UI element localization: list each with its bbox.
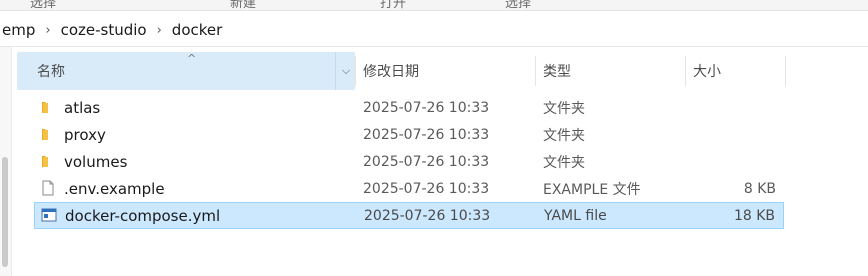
column-header-size[interactable]: 大小 <box>693 52 721 90</box>
column-header-date[interactable]: 修改日期 <box>363 52 419 90</box>
file-type: EXAMPLE 文件 <box>543 181 641 198</box>
file-date: 2025-07-26 10:33 <box>364 207 491 224</box>
ribbon-strip: 选择 新建 打开 选择 <box>0 0 868 11</box>
chevron-right-icon[interactable]: › <box>149 23 170 38</box>
breadcrumb-item[interactable]: coze-studio <box>59 21 149 39</box>
file-name: volumes <box>64 152 128 171</box>
column-divider[interactable] <box>355 56 356 86</box>
column-header-row: 名称 ^ ⌵ 修改日期 类型 大小 <box>17 52 787 90</box>
file-list: atlas 2025-07-26 10:33 文件夹 proxy 2025-07… <box>34 94 784 229</box>
file-row[interactable]: proxy 2025-07-26 10:33 文件夹 <box>34 121 784 148</box>
file-row[interactable]: atlas 2025-07-26 10:33 文件夹 <box>34 94 784 121</box>
ribbon-item[interactable]: 新建 <box>230 0 256 10</box>
file-name: docker-compose.yml <box>65 206 221 225</box>
file-row[interactable]: volumes 2025-07-26 10:33 文件夹 <box>34 148 784 175</box>
file-type: YAML file <box>544 207 607 224</box>
column-divider[interactable] <box>785 56 786 86</box>
breadcrumb-item[interactable]: emp <box>0 21 37 39</box>
chevron-down-icon[interactable]: ⌵ <box>335 52 356 90</box>
folder-icon <box>42 102 48 113</box>
file-size: 8 KB <box>743 180 776 197</box>
column-header-label: 类型 <box>543 64 571 80</box>
file-date: 2025-07-26 10:33 <box>363 153 490 170</box>
file-name: atlas <box>64 98 101 117</box>
breadcrumb-item[interactable]: docker <box>170 21 225 39</box>
folder-icon <box>42 156 48 167</box>
column-header-name[interactable]: 名称 ^ ⌵ <box>17 52 355 90</box>
chevron-right-icon[interactable]: › <box>37 23 58 38</box>
navigation-pane-edge <box>0 47 12 276</box>
folder-icon <box>42 129 48 140</box>
column-header-label: 名称 <box>37 64 65 80</box>
file-type: 文件夹 <box>543 127 585 144</box>
file-icon <box>42 180 54 196</box>
scrollbar-thumb[interactable] <box>2 157 8 267</box>
ribbon-item[interactable]: 选择 <box>505 0 531 10</box>
ribbon-item[interactable]: 打开 <box>380 0 406 10</box>
column-divider[interactable] <box>685 56 686 86</box>
address-bar[interactable]: emp › coze-studio › docker <box>0 14 868 47</box>
sort-up-icon: ^ <box>187 52 197 65</box>
file-date: 2025-07-26 10:33 <box>363 99 490 116</box>
file-date: 2025-07-26 10:33 <box>363 180 490 197</box>
file-name: proxy <box>64 125 106 144</box>
yaml-file-icon <box>41 208 57 222</box>
ribbon-item[interactable]: 选择 <box>30 0 56 10</box>
file-row[interactable]: .env.example 2025-07-26 10:33 EXAMPLE 文件… <box>34 175 784 202</box>
file-type: 文件夹 <box>543 100 585 117</box>
column-header-label: 修改日期 <box>363 64 419 80</box>
column-divider[interactable] <box>535 56 536 86</box>
file-size: 18 KB <box>733 207 775 224</box>
file-row-selected[interactable]: docker-compose.yml 2025-07-26 10:33 YAML… <box>34 202 784 229</box>
column-header-type[interactable]: 类型 <box>543 52 571 90</box>
file-date: 2025-07-26 10:33 <box>363 126 490 143</box>
column-header-label: 大小 <box>693 64 721 80</box>
file-name: .env.example <box>64 179 165 198</box>
file-type: 文件夹 <box>543 154 585 171</box>
